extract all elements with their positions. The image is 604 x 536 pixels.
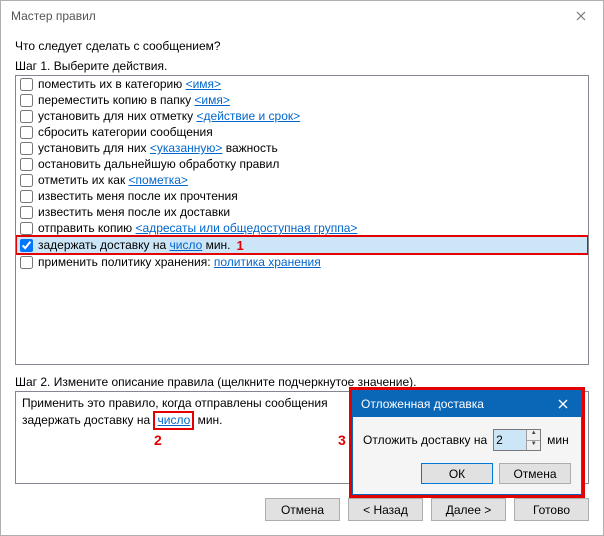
next-button[interactable]: Далее > [431, 498, 506, 521]
cancel-button[interactable]: Отмена [265, 498, 340, 521]
action-link[interactable]: политика хранения [214, 255, 321, 269]
action-label: установить для них отметку <действие и с… [38, 109, 300, 123]
window-close-button[interactable] [558, 1, 603, 31]
action-label: поместить их в категорию <имя> [38, 77, 221, 91]
defer-unit: мин [547, 433, 569, 447]
action-label: отметить их как <пометка> [38, 173, 188, 187]
rules-wizard-window: Мастер правил Что следует сделать с сооб… [0, 0, 604, 536]
finish-button[interactable]: Готово [514, 498, 589, 521]
action-row[interactable]: известить меня после их прочтения [16, 188, 588, 204]
action-checkbox[interactable] [20, 142, 33, 155]
action-checkbox[interactable] [20, 256, 33, 269]
spin-up-button[interactable]: ▲ [527, 430, 540, 441]
action-link[interactable]: <имя> [186, 77, 221, 91]
action-checkbox[interactable] [20, 239, 33, 252]
inner-button-row: ОК Отмена [363, 463, 571, 484]
action-checkbox[interactable] [20, 78, 33, 91]
defer-label: Отложить доставку на [363, 433, 487, 447]
inner-dialog-title: Отложенная доставка [361, 397, 484, 411]
action-checkbox[interactable] [20, 110, 33, 123]
action-row[interactable]: сбросить категории сообщения [16, 124, 588, 140]
number-link-highlight: число [153, 411, 194, 430]
number-link[interactable]: число [157, 413, 190, 427]
action-label: известить меня после их доставки [38, 205, 230, 219]
action-row[interactable]: отправить копию <адресаты или общедоступ… [16, 220, 588, 236]
minutes-spinner[interactable]: ▲ ▼ [493, 429, 541, 451]
spin-down-button[interactable]: ▼ [527, 441, 540, 451]
action-label: отправить копию <адресаты или общедоступ… [38, 221, 357, 235]
action-label: остановить дальнейшую обработку правил [38, 157, 279, 171]
action-label: переместить копию в папку <имя> [38, 93, 230, 107]
defer-row: Отложить доставку на ▲ ▼ мин [363, 429, 571, 451]
inner-dialog-body: Отложить доставку на ▲ ▼ мин ОК Отмена [353, 417, 581, 494]
annotation-3: 3 [338, 432, 346, 448]
action-link[interactable]: <имя> [194, 93, 229, 107]
close-icon [576, 11, 586, 21]
action-link[interactable]: число [169, 238, 202, 252]
action-label: сбросить категории сообщения [38, 125, 213, 139]
action-row[interactable]: применить политику хранения: политика хр… [16, 254, 588, 270]
action-row[interactable]: задержать доставку на число мин. 1 [16, 236, 588, 254]
close-icon [558, 399, 568, 409]
action-checkbox[interactable] [20, 158, 33, 171]
action-row[interactable]: поместить их в категорию <имя> [16, 76, 588, 92]
deferred-delivery-dialog: Отложенная доставка Отложить доставку на… [352, 390, 582, 495]
action-label: известить меня после их прочтения [38, 189, 238, 203]
action-row[interactable]: известить меня после их доставки [16, 204, 588, 220]
action-row[interactable]: остановить дальнейшую обработку правил [16, 156, 588, 172]
step1-heading: Шаг 1. Выберите действия. [15, 59, 589, 73]
action-checkbox[interactable] [20, 126, 33, 139]
inner-close-button[interactable] [545, 391, 581, 417]
action-row[interactable]: установить для них <указанную> важность [16, 140, 588, 156]
inner-titlebar: Отложенная доставка [353, 391, 581, 417]
titlebar: Мастер правил [1, 1, 603, 31]
window-title: Мастер правил [11, 9, 96, 23]
inner-cancel-button[interactable]: Отмена [499, 463, 571, 484]
action-label: установить для них <указанную> важность [38, 141, 278, 155]
back-button[interactable]: < Назад [348, 498, 423, 521]
action-checkbox[interactable] [20, 94, 33, 107]
inner-ok-button[interactable]: ОК [421, 463, 493, 484]
action-link[interactable]: <указанную> [150, 141, 223, 155]
annotation-2: 2 [154, 432, 162, 448]
action-row[interactable]: отметить их как <пометка> [16, 172, 588, 188]
minutes-input[interactable] [494, 430, 526, 450]
action-checkbox[interactable] [20, 206, 33, 219]
action-link[interactable]: <пометка> [129, 173, 188, 187]
actions-list[interactable]: поместить их в категорию <имя> переместит… [15, 75, 589, 365]
action-checkbox[interactable] [20, 174, 33, 187]
action-checkbox[interactable] [20, 222, 33, 235]
action-link[interactable]: <адресаты или общедоступная группа> [136, 221, 358, 235]
prompt-text: Что следует сделать с сообщением? [15, 39, 589, 53]
action-link[interactable]: <действие и срок> [197, 109, 301, 123]
action-label: задержать доставку на число мин. [38, 238, 231, 252]
action-checkbox[interactable] [20, 190, 33, 203]
action-row[interactable]: установить для них отметку <действие и с… [16, 108, 588, 124]
action-row[interactable]: переместить копию в папку <имя> [16, 92, 588, 108]
wizard-button-bar: Отмена < Назад Далее > Готово [265, 498, 589, 521]
annotation-1: 1 [237, 238, 244, 253]
deferred-delivery-highlight: Отложенная доставка Отложить доставку на… [349, 387, 585, 498]
spinner-buttons: ▲ ▼ [526, 430, 540, 450]
action-label: применить политику хранения: политика хр… [38, 255, 321, 269]
